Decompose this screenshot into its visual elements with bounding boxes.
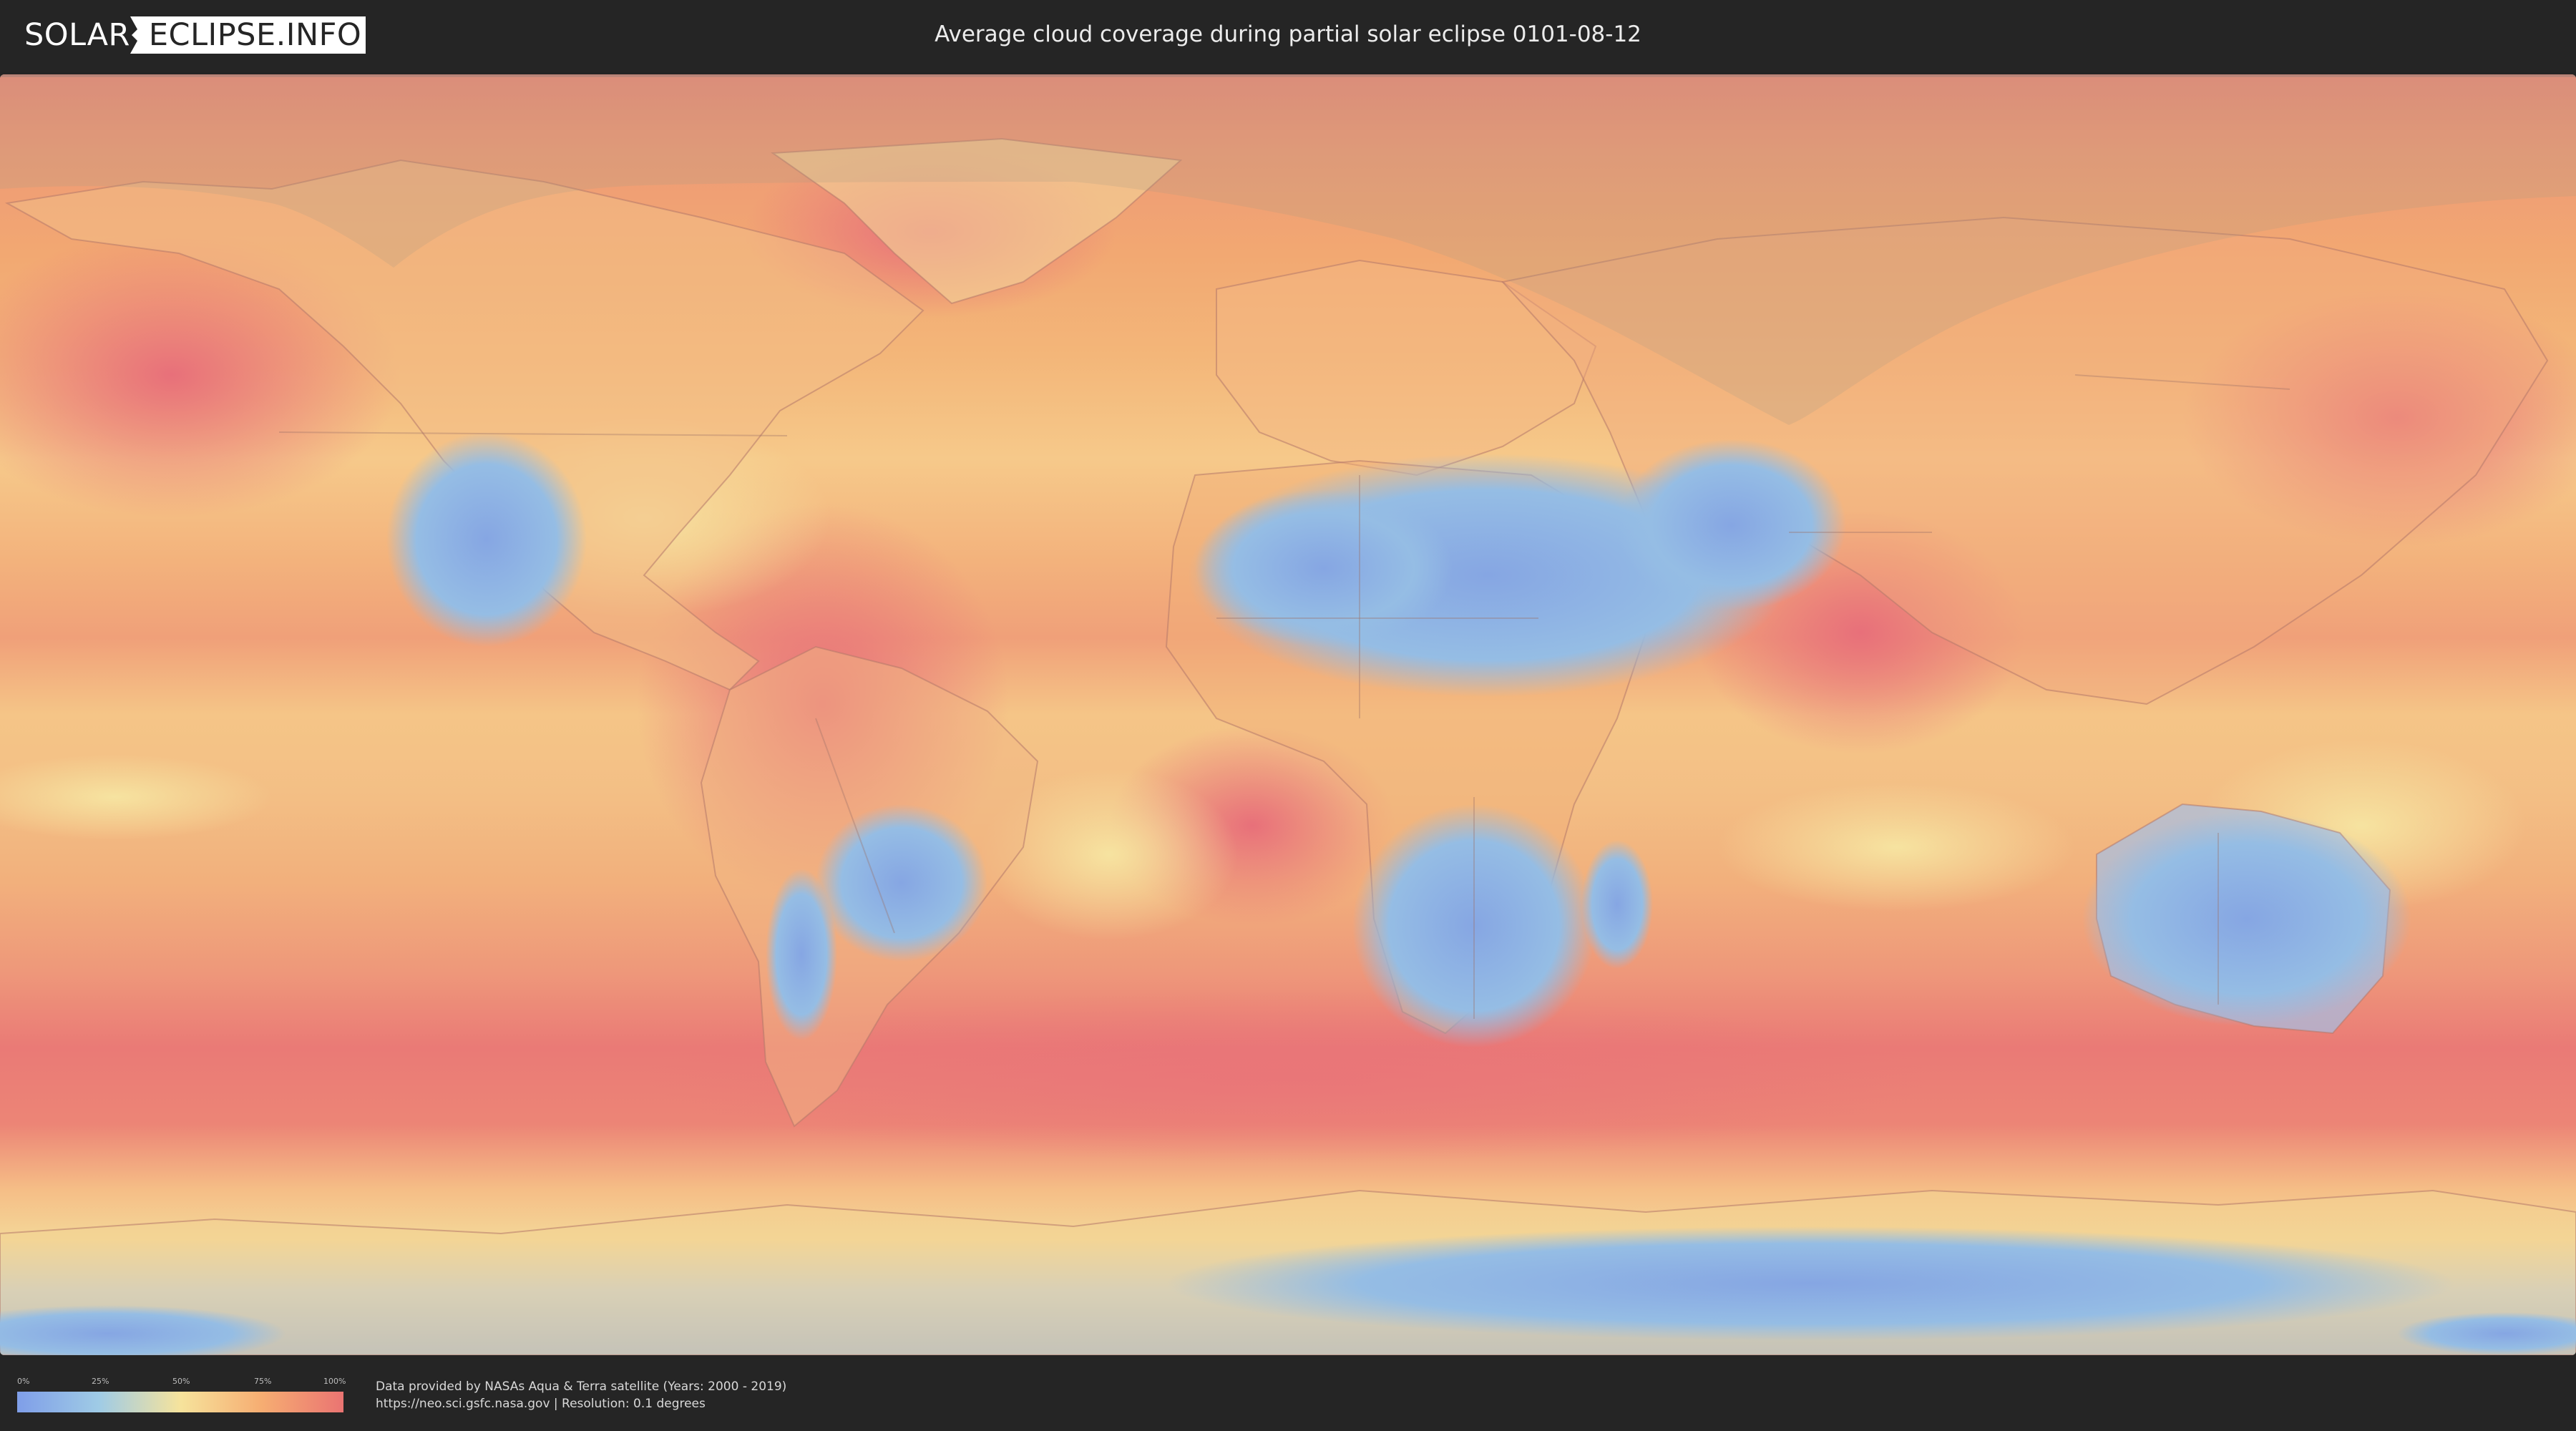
data-attribution: Data provided by NASAs Aqua & Terra sate… (376, 1378, 786, 1412)
page-title: Average cloud coverage during partial so… (935, 21, 1641, 47)
cloud-coverage-legend: 0% 25% 50% 75% 100% (17, 1377, 346, 1414)
legend-tick-50: 50% (172, 1377, 190, 1386)
legend-tick-100: 100% (323, 1377, 346, 1386)
header-bar: SOLAR ECLIPSE.INFO Average cloud coverag… (0, 0, 2576, 72)
cloud-coverage-map[interactable] (0, 74, 2576, 1355)
page: SOLAR ECLIPSE.INFO Average cloud coverag… (0, 0, 2576, 1431)
world-map-svg (0, 74, 2576, 1355)
footer-bar: 0% 25% 50% 75% 100% Data provided by NAS… (0, 1359, 2576, 1431)
attribution-url[interactable]: https://neo.sci.gsfc.nasa.gov | Resoluti… (376, 1395, 786, 1412)
legend-tick-0: 0% (17, 1377, 30, 1386)
attribution-source: Data provided by NASAs Aqua & Terra sate… (376, 1379, 787, 1394)
legend-tick-75: 75% (254, 1377, 272, 1386)
legend-color-bar (17, 1392, 343, 1412)
legend-tick-25: 25% (92, 1377, 109, 1386)
